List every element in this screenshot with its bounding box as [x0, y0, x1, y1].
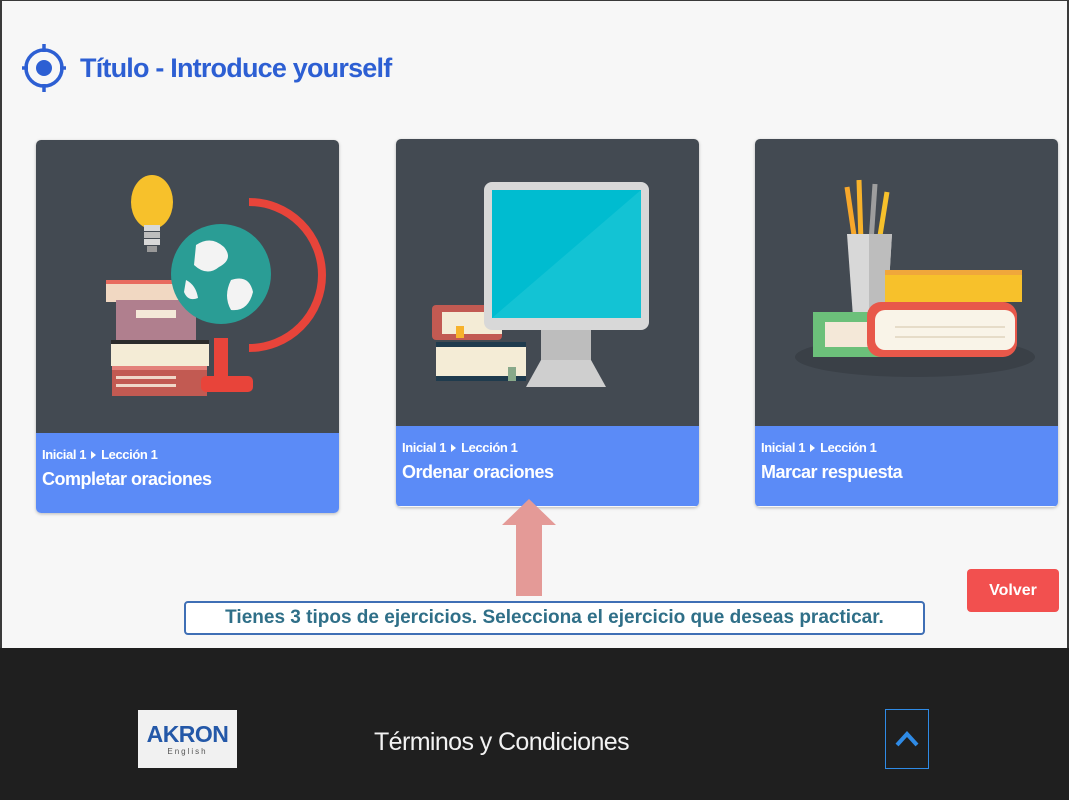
scroll-to-top-button[interactable]	[885, 709, 929, 769]
card-breadcrumb: Inicial 1 Lección 1	[402, 440, 699, 455]
card-lesson: Lección 1	[101, 447, 158, 462]
back-button[interactable]: Volver	[967, 569, 1059, 612]
card-level: Inicial 1	[402, 440, 447, 455]
target-icon	[22, 44, 66, 92]
card-title: Marcar respuesta	[761, 462, 903, 482]
page-header: Título - Introduce yourself	[22, 38, 392, 98]
caret-right-icon	[451, 443, 457, 452]
card-info: Inicial 1 Lección 1 Marcar respuesta	[755, 426, 1058, 506]
card-title: Completar oraciones	[42, 469, 212, 489]
books-pencil-cup-icon	[795, 179, 1035, 377]
akron-logo[interactable]: AKRON English	[138, 710, 237, 768]
card-illustration	[36, 140, 339, 433]
card-illustration	[755, 139, 1058, 426]
card-info: Inicial 1 Lección 1 Ordenar oraciones	[396, 426, 699, 506]
page-title: Título - Introduce yourself	[80, 52, 392, 83]
terms-link[interactable]: Términos y Condiciones	[374, 728, 630, 757]
card-title: Ordenar oraciones	[402, 462, 554, 482]
books-globe-lightbulb-icon	[106, 175, 326, 396]
card-lesson: Lección 1	[461, 440, 518, 455]
exercise-card-marcar-respuesta[interactable]: Inicial 1 Lección 1 Marcar respuesta	[755, 139, 1058, 507]
up-arrow-icon	[502, 499, 556, 596]
caret-right-icon	[91, 450, 97, 459]
card-breadcrumb: Inicial 1 Lección 1	[761, 440, 1058, 455]
card-breadcrumb: Inicial 1 Lección 1	[42, 447, 339, 462]
instruction-callout: Tienes 3 tipos de ejercicios. Selecciona…	[184, 601, 925, 635]
logo-text: AKRON	[146, 721, 229, 747]
chevron-up-icon	[895, 731, 919, 747]
instruction-text: Tienes 3 tipos de ejercicios. Selecciona…	[225, 607, 884, 628]
exercise-card-ordenar-oraciones[interactable]: Inicial 1 Lección 1 Ordenar oraciones	[396, 139, 699, 507]
logo-subtext: English	[167, 747, 208, 756]
caret-right-icon	[810, 443, 816, 452]
card-level: Inicial 1	[761, 440, 806, 455]
footer: AKRON English Términos y Condiciones	[0, 648, 1069, 800]
card-level: Inicial 1	[42, 447, 87, 462]
exercise-card-completar-oraciones[interactable]: Inicial 1 Lección 1 Completar oraciones	[36, 140, 339, 513]
card-info: Inicial 1 Lección 1 Completar oraciones	[36, 433, 339, 513]
card-illustration	[396, 139, 699, 426]
books-computer-monitor-icon	[432, 182, 649, 387]
card-lesson: Lección 1	[820, 440, 877, 455]
